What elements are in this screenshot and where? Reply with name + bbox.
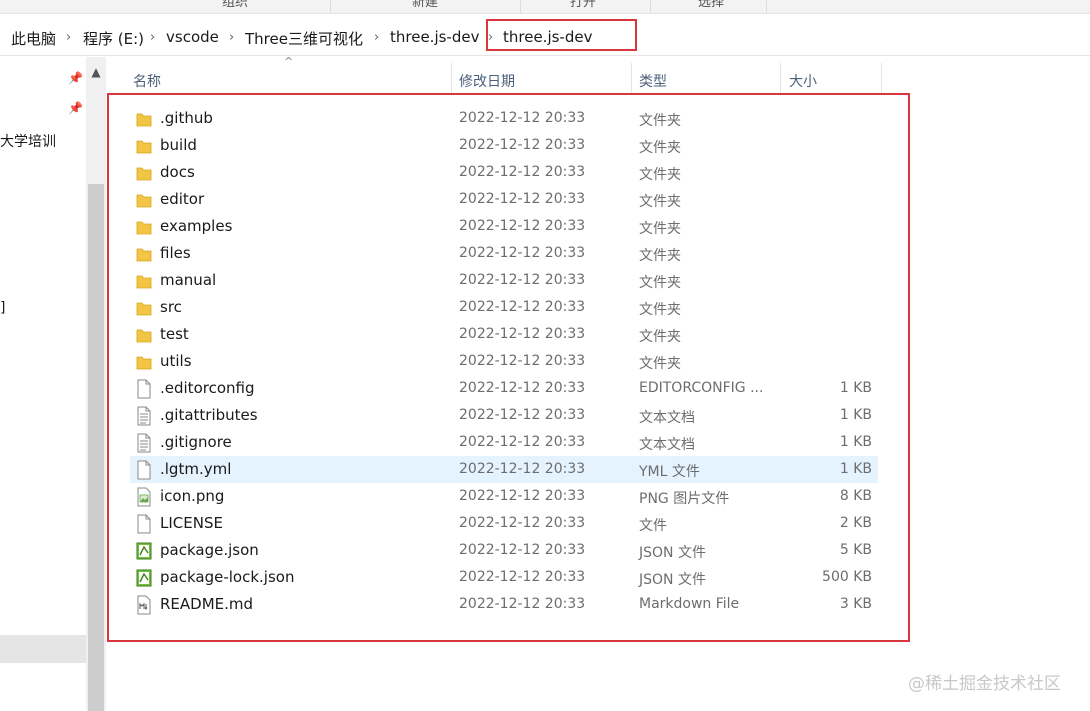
column-header-type[interactable]: 类型 bbox=[639, 71, 667, 91]
ribbon-divider bbox=[330, 0, 331, 13]
nav-item-selected[interactable] bbox=[0, 635, 86, 663]
scroll-up-icon[interactable]: ▲ bbox=[86, 65, 106, 79]
column-divider[interactable] bbox=[451, 63, 452, 93]
breadcrumb-item-vscode[interactable]: vscode bbox=[166, 28, 219, 46]
scrollbar-thumb[interactable] bbox=[88, 184, 104, 711]
ribbon-divider bbox=[650, 0, 651, 13]
column-divider[interactable] bbox=[881, 63, 882, 93]
annotation-highlight-box bbox=[486, 19, 637, 51]
nav-scrollbar[interactable]: ▲ bbox=[86, 57, 106, 711]
nav-item-truncated[interactable]: ] bbox=[0, 300, 5, 316]
chevron-right-icon[interactable]: › bbox=[150, 30, 155, 45]
column-header-size[interactable]: 大小 bbox=[789, 71, 817, 91]
ribbon-divider bbox=[766, 0, 767, 13]
breadcrumb-item-drive-e[interactable]: 程序 (E:) bbox=[83, 28, 144, 49]
ribbon-group-new[interactable]: 新建 bbox=[412, 0, 438, 10]
ribbon-group-organize[interactable]: 组织 bbox=[222, 0, 248, 10]
pin-icon[interactable]: 📌 bbox=[68, 71, 83, 85]
breadcrumb-item-this-pc[interactable]: 此电脑 bbox=[11, 28, 56, 49]
navigation-pane[interactable]: 📌 📌 大学培训 ] ▲ bbox=[0, 57, 106, 711]
pin-icon[interactable]: 📌 bbox=[68, 101, 83, 115]
ribbon-divider bbox=[520, 0, 521, 13]
chevron-right-icon[interactable]: › bbox=[229, 30, 234, 45]
column-divider[interactable] bbox=[631, 63, 632, 93]
chevron-right-icon[interactable]: › bbox=[66, 30, 71, 45]
ribbon-bar: 组织 新建 打开 选择 bbox=[0, 0, 1090, 14]
nav-item-training[interactable]: 大学培训 bbox=[0, 131, 56, 151]
breadcrumb-item-three-visualization[interactable]: Three三维可视化 bbox=[245, 28, 363, 49]
ribbon-group-open[interactable]: 打开 bbox=[570, 0, 596, 10]
sort-ascending-icon: ^ bbox=[284, 55, 294, 68]
column-header-row: ^ 名称 修改日期 类型 大小 bbox=[106, 55, 1090, 93]
chevron-right-icon[interactable]: › bbox=[374, 30, 379, 45]
column-header-date[interactable]: 修改日期 bbox=[459, 71, 515, 91]
column-divider[interactable] bbox=[780, 63, 781, 93]
column-header-name[interactable]: 名称 bbox=[133, 71, 161, 91]
annotation-highlight-box bbox=[107, 93, 910, 642]
watermark: @稀土掘金技术社区 bbox=[908, 674, 1061, 694]
ribbon-group-select[interactable]: 选择 bbox=[698, 0, 724, 10]
breadcrumb-item-threejs-dev-parent[interactable]: three.js-dev bbox=[390, 28, 479, 46]
breadcrumb[interactable]: 此电脑 › 程序 (E:) › vscode › Three三维可视化 › th… bbox=[0, 18, 1090, 56]
